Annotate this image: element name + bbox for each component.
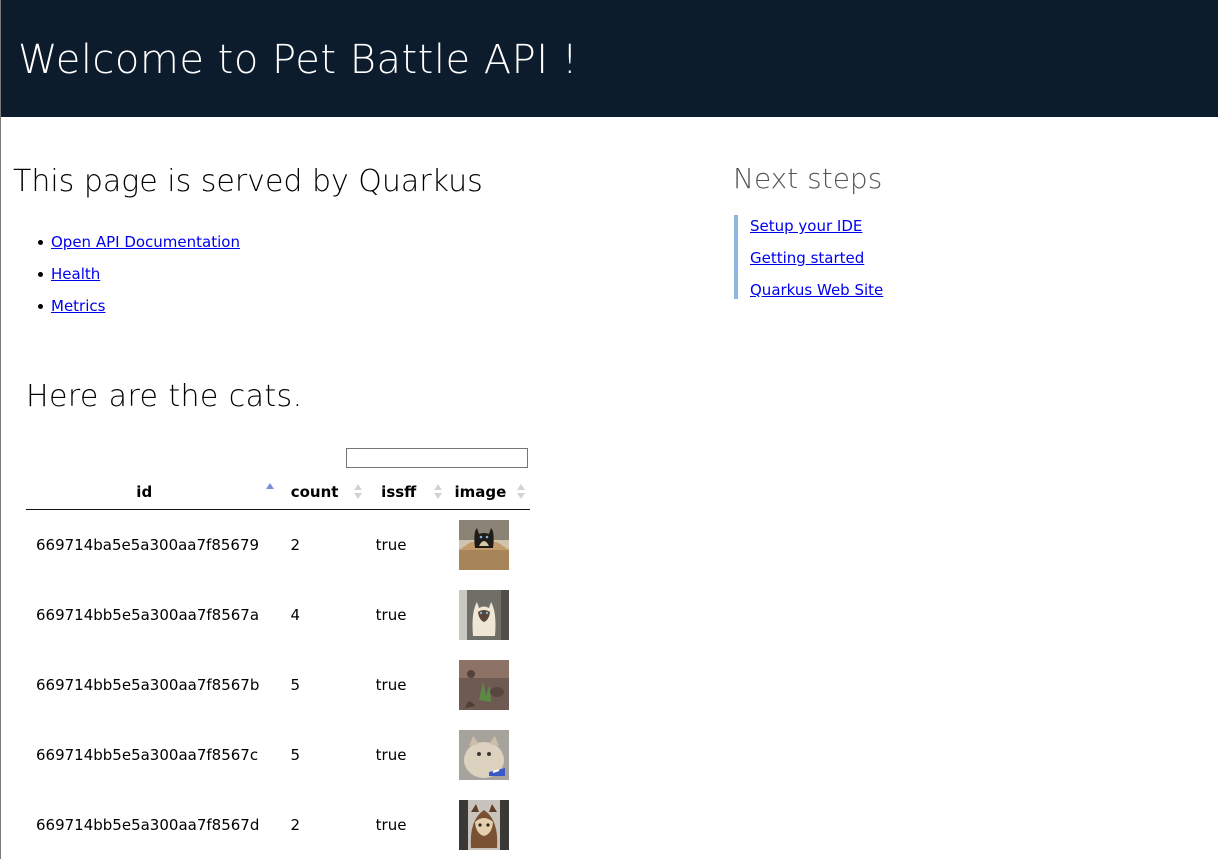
sort-both-icon <box>517 483 525 501</box>
sort-ascending-icon <box>265 483 274 501</box>
cell-count: 2 <box>290 536 301 554</box>
cell-issff: true <box>375 816 407 834</box>
cell-id: 669714bb5e5a300aa7f8567c <box>36 746 259 764</box>
sort-both-icon <box>353 483 362 501</box>
siamese-cat-photo <box>458 590 509 640</box>
next-steps-section: Next steps Setup your IDE Getting starte… <box>733 158 883 299</box>
cell-count: 4 <box>290 606 301 624</box>
column-header-id[interactable]: id <box>26 475 279 510</box>
next-steps-heading: Next steps <box>733 162 883 195</box>
next-steps-links: Setup your IDE Getting started Quarkus W… <box>734 215 883 299</box>
cat-in-box-photo <box>458 520 509 570</box>
setup-ide-link[interactable]: Setup your IDE <box>750 217 862 235</box>
table-row: 669714bb5e5a300aa7f8567c 5 true <box>26 720 530 790</box>
table-search-input[interactable] <box>346 448 528 468</box>
list-item: Health <box>38 260 240 292</box>
cell-issff: true <box>375 676 407 694</box>
cats-heading: Here are the cats. <box>26 379 303 414</box>
column-header-count[interactable]: count <box>278 475 367 510</box>
table-row: 669714bb5e5a300aa7f8567b 5 true <box>26 650 530 720</box>
served-section: This page is served by Quarkus Open API … <box>13 160 483 315</box>
sort-both-icon <box>433 483 442 501</box>
cell-id: 669714ba5e5a300aa7f85679 <box>36 536 260 554</box>
column-label-count: count <box>290 483 339 501</box>
cat-in-costume-photo <box>458 800 509 850</box>
open-api-docs-link[interactable]: Open API Documentation <box>51 233 240 251</box>
health-link[interactable]: Health <box>51 265 100 283</box>
column-header-image[interactable]: image <box>446 475 530 510</box>
table-row: 669714bb5e5a300aa7f8567d 2 true <box>26 790 530 859</box>
quarkus-web-site-link[interactable]: Quarkus Web Site <box>750 281 883 299</box>
cell-issff: true <box>375 606 407 624</box>
column-label-image: image <box>454 483 507 501</box>
table-row: 669714bb5e5a300aa7f8567a 4 true <box>26 580 530 650</box>
cell-issff: true <box>375 746 407 764</box>
cats-table: id count issff image 669714ba5e5a300aa7f… <box>26 475 530 859</box>
list-item: Open API Documentation <box>38 228 240 260</box>
cat-on-grass-photo <box>458 660 509 710</box>
cell-id: 669714bb5e5a300aa7f8567b <box>36 676 260 694</box>
table-row: 669714ba5e5a300aa7f85679 2 true <box>26 510 530 581</box>
list-item: Metrics <box>38 292 240 324</box>
page: Welcome to Pet Battle API ! This page is… <box>0 0 1218 859</box>
table-header-row: id count issff image <box>26 475 530 510</box>
cell-count: 5 <box>290 676 301 694</box>
fluffy-cat-photo <box>458 730 509 780</box>
page-title: Welcome to Pet Battle API ! <box>18 37 579 83</box>
served-heading: This page is served by Quarkus <box>13 164 483 199</box>
cell-count: 2 <box>290 816 301 834</box>
cell-id: 669714bb5e5a300aa7f8567a <box>36 606 260 624</box>
cell-issff: true <box>375 536 407 554</box>
column-label-issff: issff <box>381 483 417 501</box>
cell-count: 5 <box>290 746 301 764</box>
column-label-id: id <box>136 483 153 501</box>
header-banner: Welcome to Pet Battle API ! <box>1 0 1218 117</box>
getting-started-link[interactable]: Getting started <box>750 249 864 267</box>
column-header-issff[interactable]: issff <box>366 475 447 510</box>
cell-id: 669714bb5e5a300aa7f8567d <box>36 816 260 834</box>
metrics-link[interactable]: Metrics <box>51 297 105 315</box>
served-link-list: Open API Documentation Health Metrics <box>38 228 240 324</box>
